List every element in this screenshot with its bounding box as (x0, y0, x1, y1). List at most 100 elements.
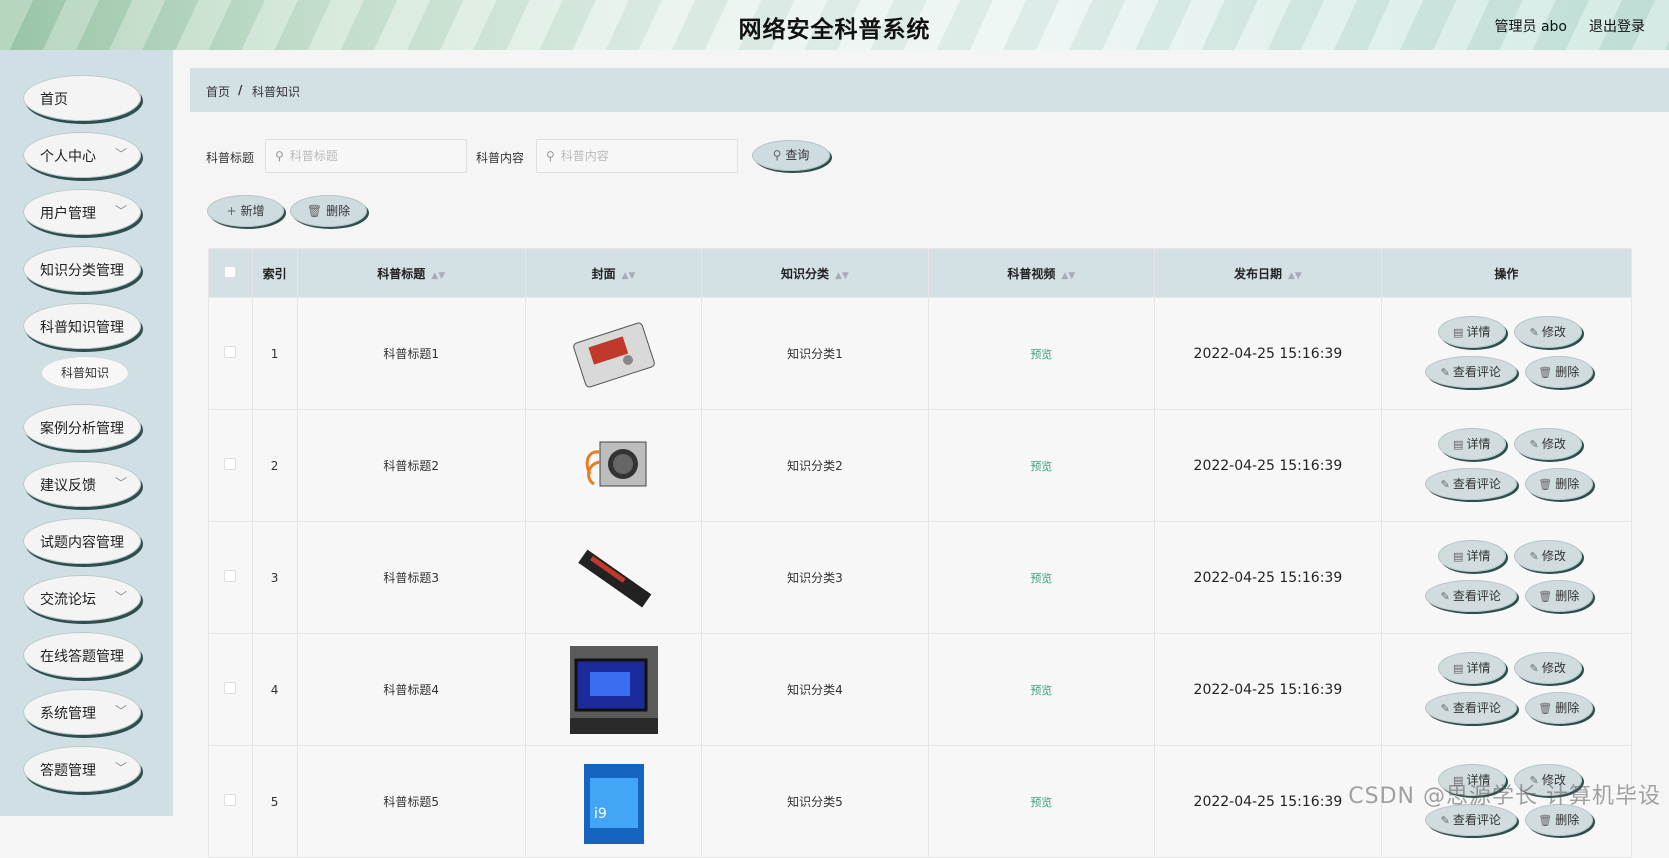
edit-button[interactable]: ✎ 修改 (1513, 652, 1582, 684)
sort-icon[interactable]: ▲▼ (1288, 271, 1302, 281)
cover-image-memory-stick[interactable] (570, 534, 658, 622)
detail-button[interactable]: ▤ 详情 (1437, 316, 1506, 348)
view-comments-button[interactable]: ✎ 查看评论 (1424, 692, 1517, 724)
edit-button[interactable]: ✎ 修改 (1513, 540, 1582, 572)
row-select-cell[interactable] (208, 745, 253, 858)
batch-delete-button[interactable]: 🗑 删除 (290, 195, 367, 227)
sidebar-item-feedback[interactable]: 建议反馈 ﹀ (23, 461, 141, 507)
sidebar-item-home[interactable]: 首页 (23, 75, 141, 121)
cover-image-power-supply[interactable] (570, 422, 658, 510)
sort-icon[interactable]: ▲▼ (835, 271, 849, 281)
view-comments-button[interactable]: ✎ 查看评论 (1424, 356, 1517, 388)
video-preview-link[interactable]: 预览 (1030, 684, 1052, 697)
video-preview-link[interactable]: 预览 (1030, 348, 1052, 361)
sidebar-item-user-management[interactable]: 用户管理 ﹀ (23, 189, 141, 235)
breadcrumb: 首页 / 科普知识 (190, 68, 1669, 112)
document-icon: ▤ (1453, 326, 1464, 339)
row-title: 科普标题5 (296, 745, 526, 858)
col-cover[interactable]: 封面 ▲▼ (524, 248, 703, 298)
detail-button-label: 详情 (1466, 661, 1491, 675)
chevron-down-icon: ﹀ (114, 476, 127, 490)
detail-button[interactable]: ▤ 详情 (1437, 428, 1506, 460)
table-header-row: 索引 科普标题 ▲▼ 封面 ▲▼ 知识分类 ▲▼ 科普视频 ▲▼ 发布日期 ▲▼ 操作 (208, 248, 1633, 298)
col-title[interactable]: 科普标题 ▲▼ (296, 248, 526, 298)
sidebar-item-question-content[interactable]: 试题内容管理 (23, 518, 141, 564)
edit-button[interactable]: ✎ 修改 (1513, 316, 1582, 348)
row-checkbox[interactable] (224, 458, 237, 470)
title-search-field[interactable]: ⚲ (265, 139, 467, 173)
breadcrumb-current: 科普知识 (252, 85, 301, 99)
app-title: 网络安全科普系统 (738, 17, 931, 43)
breadcrumb-home[interactable]: 首页 (206, 83, 230, 100)
sidebar-item-label: 答题管理 (40, 763, 96, 779)
sidebar-item-label: 用户管理 (40, 206, 96, 222)
sidebar-subitem-knowledge[interactable]: 科普知识 (41, 356, 129, 390)
edit-button-label: 修改 (1541, 549, 1566, 563)
view-comments-button[interactable]: ✎ 查看评论 (1424, 580, 1517, 612)
row-checkbox[interactable] (224, 682, 237, 694)
row-delete-button[interactable]: 🗑 删除 (1524, 356, 1593, 388)
video-preview-link[interactable]: 预览 (1030, 572, 1052, 585)
edit-button-label: 修改 (1541, 325, 1566, 339)
edit-button[interactable]: ✎ 修改 (1513, 428, 1582, 460)
row-delete-button[interactable]: 🗑 删除 (1524, 692, 1593, 724)
add-button-label: 新增 (240, 204, 265, 218)
cover-image-computer-monitor[interactable] (569, 645, 658, 734)
detail-button[interactable]: ▤ 详情 (1437, 652, 1506, 684)
col-index: 索引 (251, 248, 298, 298)
chevron-down-icon: ﹀ (114, 761, 127, 775)
col-date[interactable]: 发布日期 ▲▼ (1154, 248, 1382, 298)
video-preview-link[interactable]: 预览 (1030, 796, 1052, 809)
row-index: 3 (251, 521, 298, 634)
row-date-cell: 2022-04-25 15:16:39 (1154, 745, 1382, 858)
trash-icon: 🗑 (1538, 702, 1553, 715)
row-actions-cell: ▤ 详情 ✎ 修改 ✎ 查看评论 🗑 删除 (1380, 409, 1633, 522)
detail-button-label: 详情 (1466, 325, 1491, 339)
row-select-cell[interactable] (208, 297, 253, 410)
title-search-input[interactable] (287, 148, 452, 164)
sort-icon[interactable]: ▲▼ (1061, 271, 1075, 281)
add-button[interactable]: + 新增 (207, 195, 284, 227)
row-delete-button[interactable]: 🗑 删除 (1524, 468, 1593, 500)
sidebar-item-category-management[interactable]: 知识分类管理 (23, 246, 141, 292)
row-checkbox[interactable] (224, 346, 237, 358)
video-preview-link[interactable]: 预览 (1030, 460, 1052, 473)
trash-icon: 🗑 (1538, 590, 1553, 603)
col-category[interactable]: 知识分类 ▲▼ (701, 248, 929, 298)
sidebar-item-knowledge-management[interactable]: 科普知识管理 (23, 303, 141, 349)
row-actions-cell: ▤ 详情 ✎ 修改 ✎ 查看评论 🗑 删除 (1380, 521, 1633, 634)
sort-icon[interactable]: ▲▼ (431, 271, 445, 281)
content-search-field[interactable]: ⚲ (536, 139, 738, 173)
sidebar-item-answer-management[interactable]: 答题管理 ﹀ (23, 746, 141, 792)
row-video-cell: 预览 (927, 409, 1156, 522)
watermark: CSDN @思源学长 计算机毕设 (1348, 784, 1661, 809)
view-comments-button[interactable]: ✎ 查看评论 (1424, 468, 1517, 500)
sidebar: 首页 个人中心 ﹀ 用户管理 ﹀ 知识分类管理 科普知识管理 科普知识 案例分析… (0, 50, 173, 816)
cover-image-cpu-box[interactable]: i9 (570, 758, 658, 846)
sidebar-item-forum[interactable]: 交流论坛 ﹀ (23, 575, 141, 621)
edit-button-label: 修改 (1541, 661, 1566, 675)
sidebar-item-online-quiz[interactable]: 在线答题管理 (23, 632, 141, 678)
logout-link[interactable]: 退出登录 (1589, 16, 1645, 36)
table-row: 2 科普标题2 知识分类2 预览 2022-04-25 15:16:39 ▤ 详情… (208, 409, 1633, 522)
sidebar-item-case-analysis[interactable]: 案例分析管理 (23, 404, 141, 450)
row-checkbox[interactable] (224, 570, 237, 582)
select-all-cell[interactable] (208, 248, 253, 298)
row-delete-button[interactable]: 🗑 删除 (1524, 580, 1593, 612)
row-select-cell[interactable] (208, 633, 253, 746)
row-title: 科普标题2 (296, 409, 526, 522)
row-select-cell[interactable] (208, 409, 253, 522)
cover-image-hard-drive[interactable] (570, 310, 658, 398)
sidebar-item-system-management[interactable]: 系统管理 ﹀ (23, 689, 141, 735)
row-select-cell[interactable] (208, 521, 253, 634)
detail-button[interactable]: ▤ 详情 (1437, 540, 1506, 572)
row-checkbox[interactable] (224, 794, 237, 806)
row-index: 2 (251, 409, 298, 522)
col-video[interactable]: 科普视频 ▲▼ (927, 248, 1156, 298)
sidebar-item-personal-center[interactable]: 个人中心 ﹀ (23, 132, 141, 178)
view-comments-button-label: 查看评论 (1452, 477, 1501, 491)
query-button[interactable]: ⚲ 查询 (752, 140, 830, 171)
sort-icon[interactable]: ▲▼ (622, 271, 636, 281)
select-all-checkbox[interactable] (224, 265, 237, 278)
content-search-input[interactable] (558, 148, 723, 164)
